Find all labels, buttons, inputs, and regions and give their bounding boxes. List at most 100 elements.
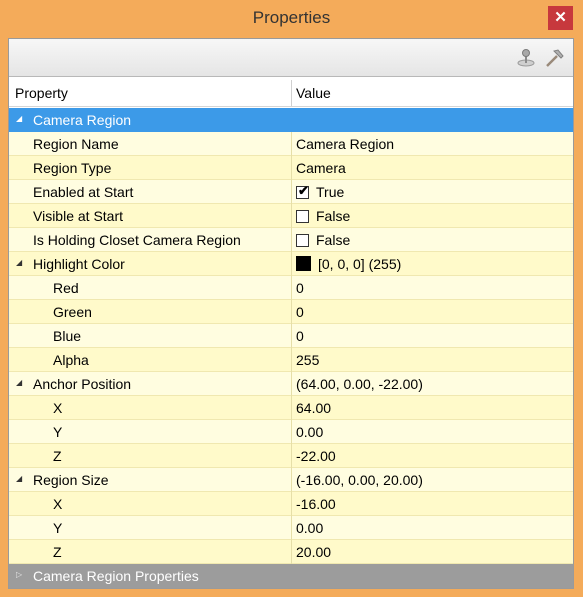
property-name: Anchor Position: [33, 376, 132, 392]
property-row[interactable]: Green 0: [9, 300, 573, 324]
property-value[interactable]: (64.00, 0.00, -22.00): [296, 376, 423, 392]
property-name: Blue: [53, 328, 82, 344]
property-value[interactable]: False: [296, 232, 350, 248]
property-name: Is Holding Closet Camera Region: [33, 232, 241, 248]
property-name: Alpha: [53, 352, 89, 368]
row-divider: [291, 204, 292, 228]
property-row[interactable]: Red 0: [9, 276, 573, 300]
checkmark-icon: ✔: [298, 183, 309, 198]
property-row[interactable]: ◢ Highlight Color [0, 0, 0] (255): [9, 252, 573, 276]
collapse-arrow-icon[interactable]: ◢: [16, 114, 25, 123]
window-title: Properties: [252, 8, 331, 27]
property-grid: ◢ Camera Region Region Name Camera Region Re…: [9, 108, 573, 588]
property-value[interactable]: 64.00: [296, 400, 331, 416]
row-divider: [291, 540, 292, 564]
row-divider: [291, 468, 292, 492]
property-value[interactable]: (-16.00, 0.00, 20.00): [296, 472, 423, 488]
client-area: Property Value ◢ Camera Region Region Name…: [8, 38, 574, 589]
property-value[interactable]: 0.00: [296, 424, 323, 440]
category-row[interactable]: ▷ Camera Region Properties: [9, 564, 573, 588]
property-value[interactable]: 0.00: [296, 520, 323, 536]
row-divider: [291, 156, 292, 180]
value-column-header[interactable]: Value: [296, 85, 331, 101]
property-row[interactable]: Z 20.00: [9, 540, 573, 564]
property-value[interactable]: 255: [296, 352, 319, 368]
property-value-text: 0.00: [296, 424, 324, 440]
property-row[interactable]: X 64.00: [9, 396, 573, 420]
property-name: Red: [53, 280, 79, 296]
property-row[interactable]: ◢ Region Size (-16.00, 0.00, 20.00): [9, 468, 573, 492]
property-name: Enabled at Start: [33, 184, 134, 200]
property-value-text: -22.00: [296, 448, 336, 464]
toolbar: [9, 39, 573, 77]
property-value-text: [0, 0, 0] (255): [318, 256, 402, 272]
row-divider: [291, 324, 292, 348]
property-column-header[interactable]: Property: [15, 85, 68, 101]
property-value[interactable]: 0: [296, 328, 304, 344]
collapse-arrow-icon[interactable]: ◢: [16, 474, 25, 483]
property-row[interactable]: ◢ Anchor Position (64.00, 0.00, -22.00): [9, 372, 573, 396]
property-name: Region Type: [33, 160, 112, 176]
property-value[interactable]: 20.00: [296, 544, 331, 560]
property-name: Region Size: [33, 472, 109, 488]
property-value[interactable]: Camera Region: [296, 136, 394, 152]
expand-arrow-icon[interactable]: ▷: [16, 570, 25, 579]
property-value[interactable]: ✔ True: [296, 184, 344, 200]
row-divider: [291, 132, 292, 156]
property-row[interactable]: Blue 0: [9, 324, 573, 348]
checkbox[interactable]: ✔: [296, 183, 309, 199]
property-value[interactable]: -22.00: [296, 448, 336, 464]
title-bar[interactable]: Properties ✕: [0, 0, 583, 38]
property-row[interactable]: Enabled at Start ✔ True: [9, 180, 573, 204]
property-name: X: [53, 400, 63, 416]
property-row[interactable]: Y 0.00: [9, 516, 573, 540]
collapse-arrow-icon[interactable]: ◢: [16, 378, 25, 387]
property-value[interactable]: Camera: [296, 160, 346, 176]
property-name: Region Name: [33, 136, 119, 152]
property-value-text: True: [316, 184, 345, 200]
property-value[interactable]: False: [296, 208, 350, 224]
checkbox[interactable]: [296, 234, 309, 247]
checkbox[interactable]: [296, 210, 309, 223]
row-divider: [291, 492, 292, 516]
property-value-text: 255: [296, 352, 320, 368]
property-row[interactable]: Alpha 255: [9, 348, 573, 372]
property-value[interactable]: -16.00: [296, 496, 336, 512]
column-splitter[interactable]: [291, 80, 292, 106]
category-label: Camera Region: [33, 112, 132, 128]
row-divider: [291, 180, 292, 204]
property-row[interactable]: Z -22.00: [9, 444, 573, 468]
property-value-text: False: [316, 208, 351, 224]
property-value[interactable]: 0: [296, 280, 304, 296]
property-value[interactable]: [0, 0, 0] (255): [296, 256, 401, 272]
row-divider: [291, 252, 292, 276]
property-name: Visible at Start: [33, 208, 124, 224]
property-name: Highlight Color: [33, 256, 125, 272]
property-row[interactable]: X -16.00: [9, 492, 573, 516]
property-row[interactable]: Region Name Camera Region: [9, 132, 573, 156]
property-value-text: Camera Region: [296, 136, 395, 152]
joystick-icon[interactable]: [515, 47, 537, 69]
property-value-text: False: [316, 232, 351, 248]
row-divider: [291, 372, 292, 396]
row-divider: [291, 396, 292, 420]
hammer-icon[interactable]: [543, 47, 565, 69]
close-button[interactable]: ✕: [548, 6, 573, 30]
row-divider: [291, 348, 292, 372]
property-row[interactable]: Is Holding Closet Camera Region False: [9, 228, 573, 252]
close-icon: ✕: [554, 9, 567, 26]
grid-header: Property Value: [9, 80, 573, 107]
collapse-arrow-icon[interactable]: ◢: [16, 258, 25, 267]
property-row[interactable]: Visible at Start False: [9, 204, 573, 228]
property-value-text: 0: [296, 328, 304, 344]
property-value-text: (-16.00, 0.00, 20.00): [296, 472, 423, 488]
property-row[interactable]: Y 0.00: [9, 420, 573, 444]
property-value[interactable]: 0: [296, 304, 304, 320]
property-value-text: Camera: [296, 160, 346, 176]
property-value-text: -16.00: [296, 496, 336, 512]
property-row[interactable]: Region Type Camera: [9, 156, 573, 180]
color-swatch[interactable]: [296, 256, 311, 271]
property-name: Y: [53, 424, 63, 440]
row-divider: [291, 300, 292, 324]
category-row[interactable]: ◢ Camera Region: [9, 108, 573, 132]
